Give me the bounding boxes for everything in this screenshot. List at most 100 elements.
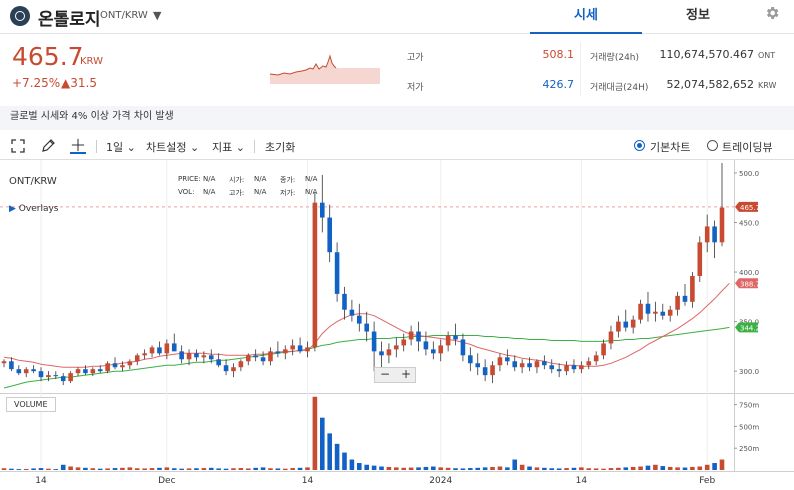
basic-chart-radio[interactable] — [634, 140, 645, 151]
candle-body — [431, 349, 436, 354]
candle-body — [542, 361, 547, 366]
volume-label: 거래량(24h) — [590, 53, 640, 63]
candle-body — [497, 357, 503, 366]
coin-dropdown-icon[interactable]: ▼ — [153, 9, 161, 22]
fullscreen-icon[interactable] — [10, 138, 26, 154]
toolbar-separator — [96, 140, 97, 153]
tradingview-radio[interactable] — [707, 140, 718, 151]
candle-body — [194, 353, 199, 358]
volume-bar — [268, 468, 273, 470]
ohlc-price-value: N/A — [203, 175, 216, 183]
candle-body — [231, 367, 236, 372]
zoom-controls: − + — [374, 367, 416, 383]
volume-bar — [505, 467, 510, 470]
candle-body — [149, 347, 155, 354]
candle-body — [319, 202, 325, 218]
volume-bar — [682, 467, 688, 470]
candle-body — [216, 359, 221, 366]
volume-bar — [408, 467, 414, 470]
gear-icon[interactable] — [764, 5, 780, 21]
interval-select[interactable]: 1일 ⌄ — [106, 139, 136, 155]
volume-bar — [431, 466, 436, 470]
reset-button[interactable]: 초기화 — [265, 139, 295, 155]
chart-settings-select[interactable]: 차트설정 ⌄ — [146, 139, 199, 155]
candle-body — [312, 202, 318, 348]
volume-bar — [105, 468, 110, 470]
volume-bar — [512, 459, 518, 470]
tab-price[interactable]: 시세 — [530, 0, 642, 34]
candle-body — [534, 361, 540, 368]
volume-bar — [453, 468, 458, 470]
volume-bar — [75, 467, 81, 470]
volume-bar — [201, 468, 207, 470]
basic-chart-label[interactable]: 기본차트 — [650, 139, 690, 155]
candle-body — [512, 361, 518, 368]
zoom-in-button[interactable]: + — [396, 368, 416, 382]
ohlc-low-label: 저가: — [280, 189, 296, 197]
volume-bar — [379, 466, 384, 470]
volume-bar — [97, 468, 103, 470]
indicators-select[interactable]: 지표 ⌄ — [212, 139, 245, 155]
price-gap-notice: 글로벌 시세와 4% 이상 가격 차이 발생 — [0, 106, 794, 130]
volume-bar — [134, 468, 140, 470]
crosshair-icon[interactable] — [70, 138, 86, 154]
volume-bar — [527, 466, 532, 470]
candle-body — [401, 339, 407, 346]
volume-bar — [608, 468, 614, 470]
volume-bar — [120, 467, 125, 470]
candle-body — [653, 311, 658, 314]
candle-body — [260, 357, 266, 362]
volume-bar — [305, 467, 310, 470]
ohlc-low-value: N/A — [305, 188, 318, 196]
y-tick-label: 400.0 — [739, 269, 759, 277]
ohlc-price-label: PRICE: — [178, 175, 201, 183]
candle-body — [675, 295, 680, 310]
coin-name[interactable]: 온톨로지 — [38, 5, 101, 30]
volume-bar — [179, 468, 184, 470]
candle-body — [564, 365, 569, 372]
candle-body — [616, 321, 621, 332]
volume-bar — [653, 464, 658, 470]
x-tick-label: 14 — [35, 476, 47, 486]
candle-body — [134, 355, 140, 362]
volume-bar — [519, 464, 525, 470]
volume-bar — [364, 464, 369, 470]
candle-body — [9, 361, 14, 370]
candle-body — [349, 309, 355, 316]
volume-bar — [319, 417, 325, 470]
price-unit: KRW — [80, 56, 103, 67]
x-tick-label: 2024 — [429, 476, 452, 486]
candle-body — [364, 323, 369, 332]
candle-body — [660, 311, 666, 316]
volume-bar — [556, 468, 562, 470]
candle-body — [120, 365, 125, 368]
pencil-icon[interactable] — [40, 138, 56, 154]
tab-info[interactable]: 정보 — [642, 0, 754, 34]
mini-price-chart — [270, 50, 380, 84]
candle-body — [75, 369, 81, 374]
candle-body — [571, 365, 577, 370]
tradingview-label[interactable]: 트레이딩뷰 — [722, 139, 773, 155]
volume-bar — [349, 459, 355, 470]
zoom-out-button[interactable]: − — [375, 368, 395, 382]
chart-pair-label: ONT/KRW — [9, 176, 57, 187]
summary-divider — [580, 42, 581, 96]
candle-body — [519, 363, 525, 368]
volume-bar — [223, 468, 229, 470]
candle-body — [68, 373, 73, 382]
low-label: 저가 — [407, 83, 424, 93]
volume-bar — [623, 467, 629, 470]
candlestick-chart[interactable]: 14Dec14202414Feb14Mar500.0450.0400.0350.… — [0, 160, 794, 490]
overlays-toggle[interactable]: ▶ Overlays — [9, 204, 58, 214]
x-tick-label: Dec — [158, 476, 175, 486]
volume-bar — [564, 468, 569, 470]
ma-long-tag: 344.2 — [740, 324, 760, 332]
volume-bar — [371, 465, 377, 470]
ohlc-high-value: N/A — [254, 188, 267, 196]
candle-body — [53, 375, 59, 377]
candle-body — [704, 226, 710, 243]
toolbar-separator — [254, 140, 255, 153]
chevron-down-icon: ⌄ — [126, 141, 136, 154]
volume-bar — [704, 464, 710, 470]
volume-bar — [394, 467, 399, 470]
